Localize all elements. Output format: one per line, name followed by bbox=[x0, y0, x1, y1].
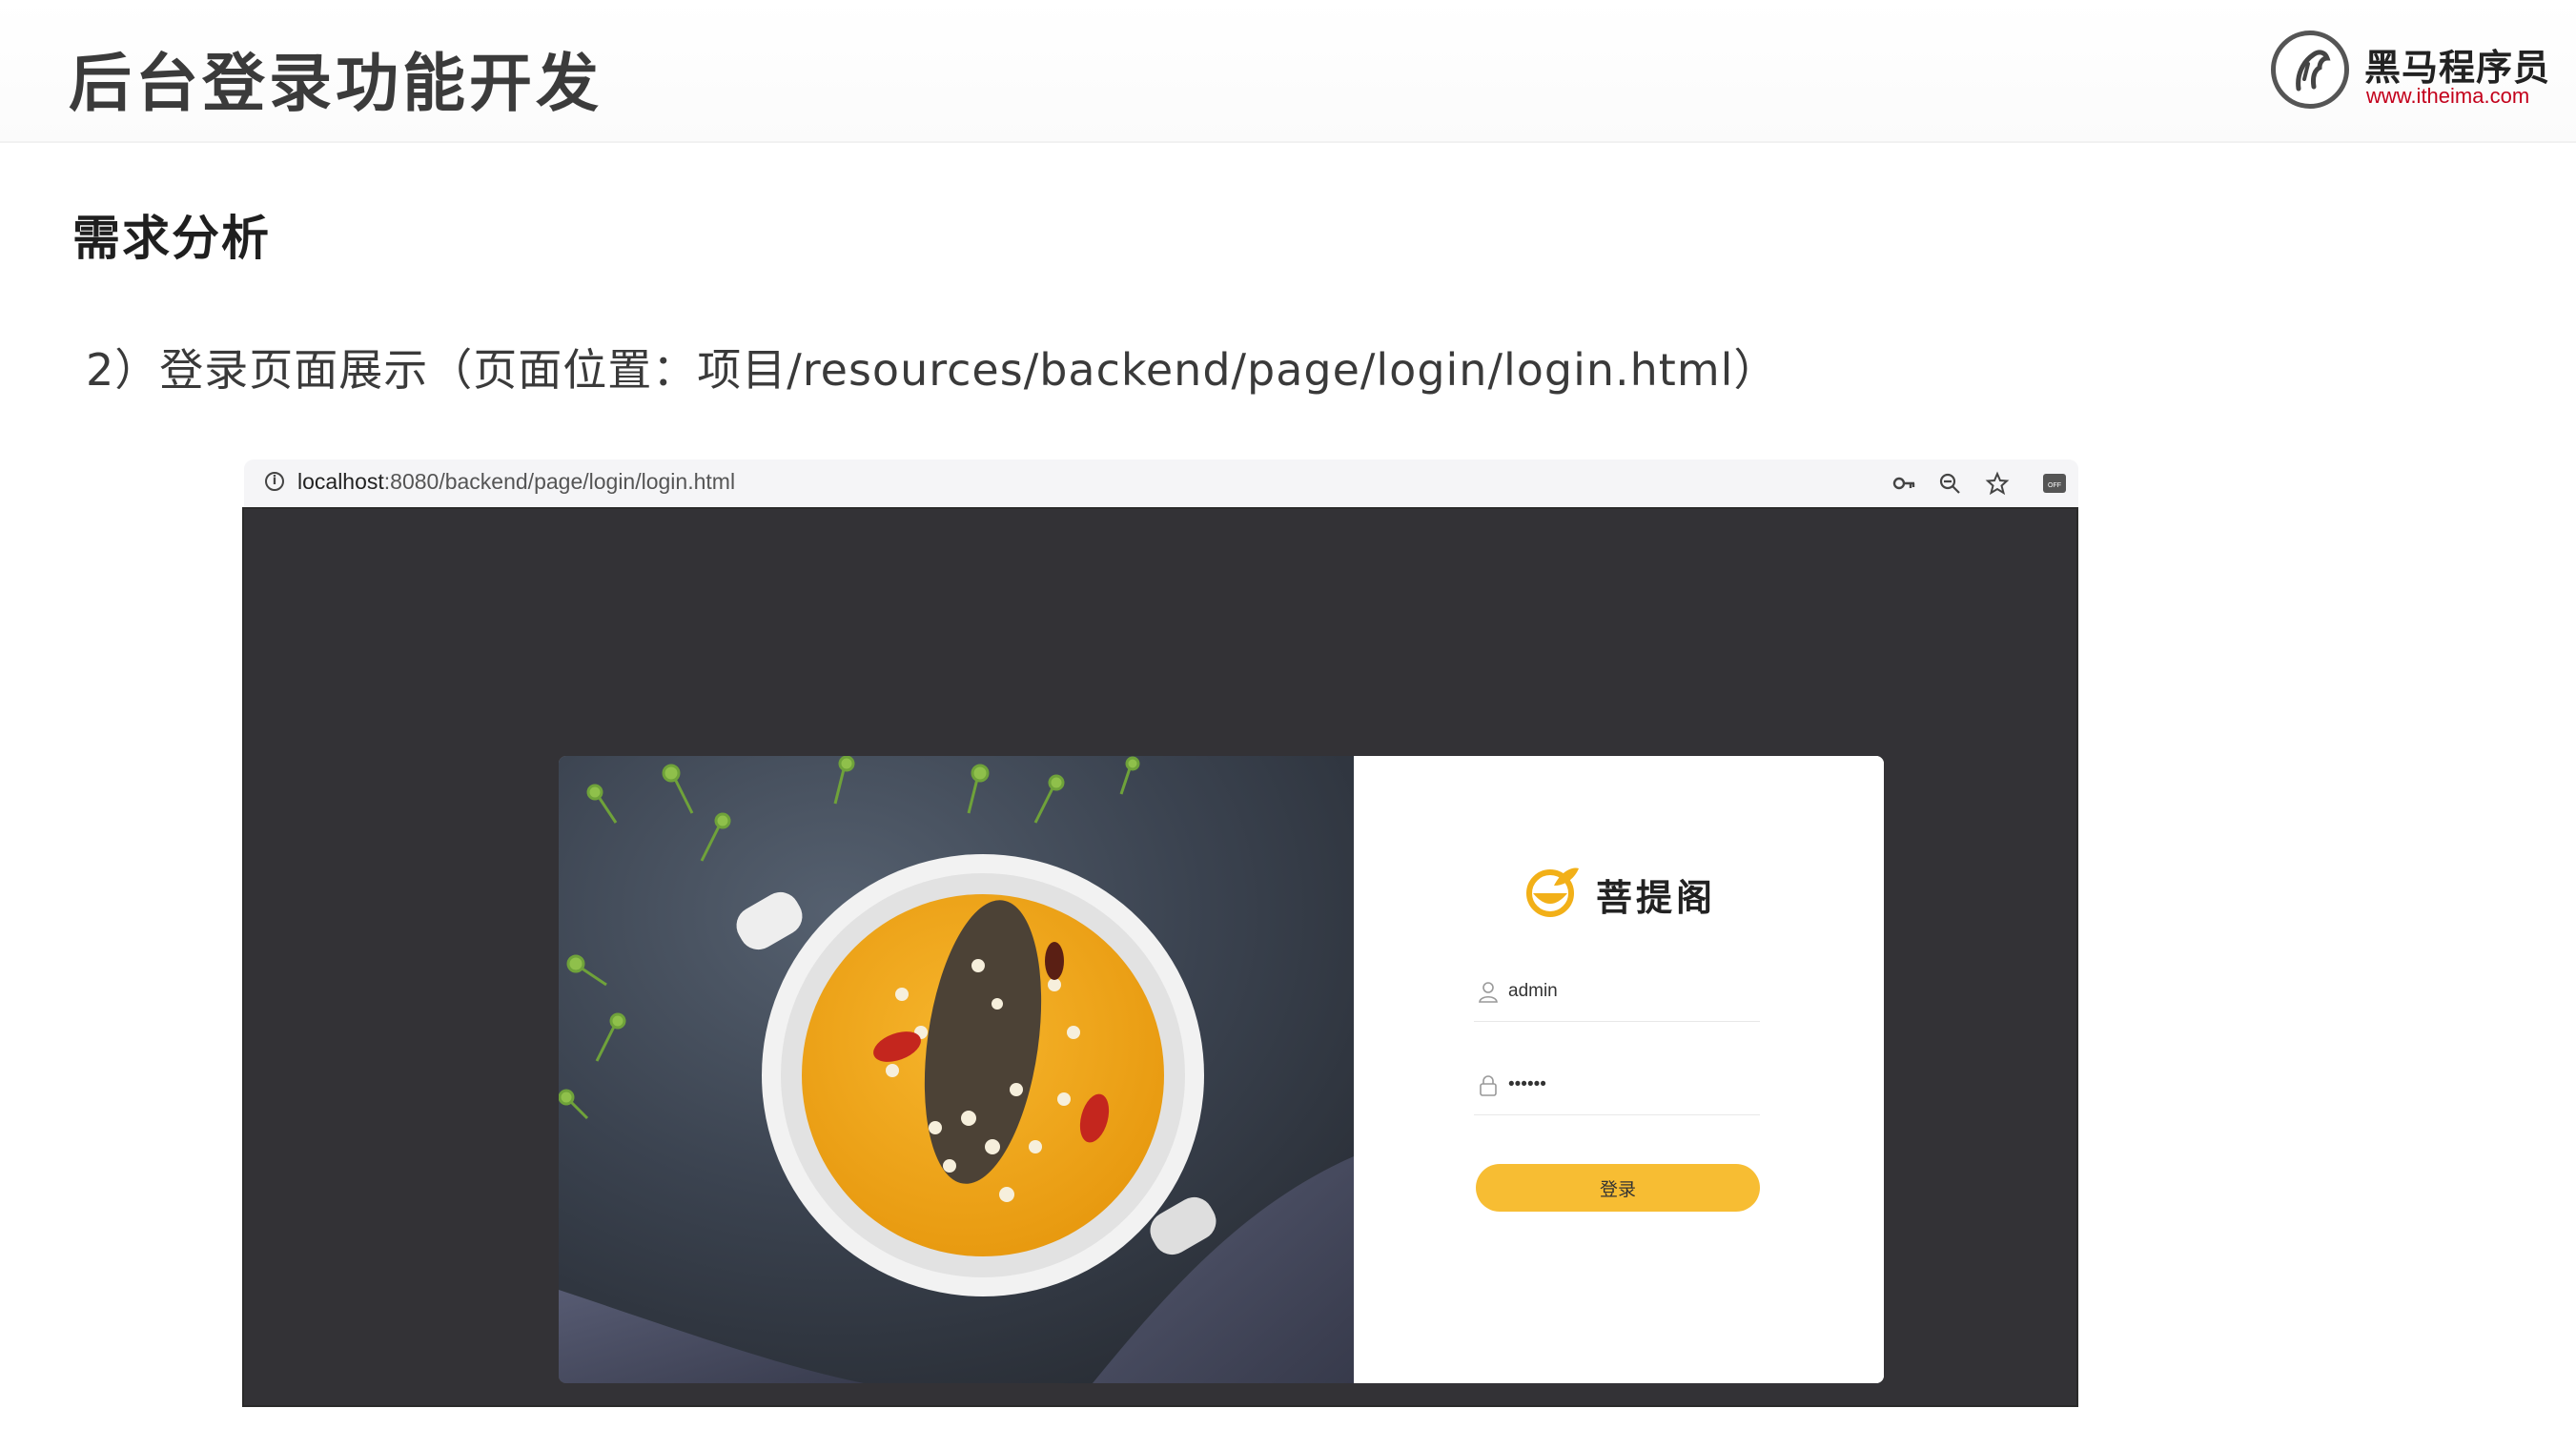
lock-icon bbox=[1480, 1075, 1497, 1096]
login-card: 菩提阁 登录 bbox=[559, 756, 1884, 1383]
horse-logo-icon bbox=[2271, 31, 2349, 109]
user-icon bbox=[1479, 982, 1498, 1003]
subtitle: 2）登录页面展示（页面位置：项目/resources/backend/page/… bbox=[86, 344, 1779, 396]
url-host: localhost bbox=[297, 469, 384, 494]
slide-header: 后台登录功能开发 黑马程序员 www.itheima.com bbox=[0, 0, 2576, 143]
info-icon[interactable]: i bbox=[265, 472, 284, 491]
bowl-logo-icon bbox=[1526, 867, 1579, 917]
login-button[interactable]: 登录 bbox=[1476, 1164, 1760, 1212]
section-title: 需求分析 bbox=[72, 211, 271, 266]
login-panel: 菩提阁 登录 bbox=[1354, 756, 1884, 1383]
brand-url: www.itheima.com bbox=[2366, 84, 2530, 108]
url-path: :8080/backend/page/login/login.html bbox=[383, 469, 736, 494]
url-field[interactable]: localhost:8080/backend/page/login/login.… bbox=[297, 469, 735, 495]
zoom-icon[interactable] bbox=[1937, 471, 1962, 496]
browser-address-bar: i localhost:8080/backend/page/login/logi… bbox=[244, 459, 2078, 507]
username-input[interactable] bbox=[1508, 977, 1747, 1006]
star-icon[interactable] bbox=[1985, 471, 2010, 496]
page-title: 后台登录功能开发 bbox=[69, 47, 603, 120]
logo-text: 菩提阁 bbox=[1596, 877, 1717, 919]
login-logo: 菩提阁 bbox=[1522, 861, 1731, 922]
username-field bbox=[1474, 969, 1760, 1022]
password-input[interactable] bbox=[1508, 1071, 1747, 1099]
key-icon[interactable] bbox=[1891, 471, 1916, 496]
extension-icon[interactable]: OFF bbox=[2042, 471, 2067, 496]
password-field bbox=[1474, 1063, 1760, 1115]
brand: 黑马程序员 www.itheima.com bbox=[2271, 29, 2557, 116]
food-photo bbox=[559, 756, 1354, 1383]
extension-badge-label: OFF bbox=[2048, 482, 2061, 489]
brand-name: 黑马程序员 bbox=[2364, 47, 2551, 89]
